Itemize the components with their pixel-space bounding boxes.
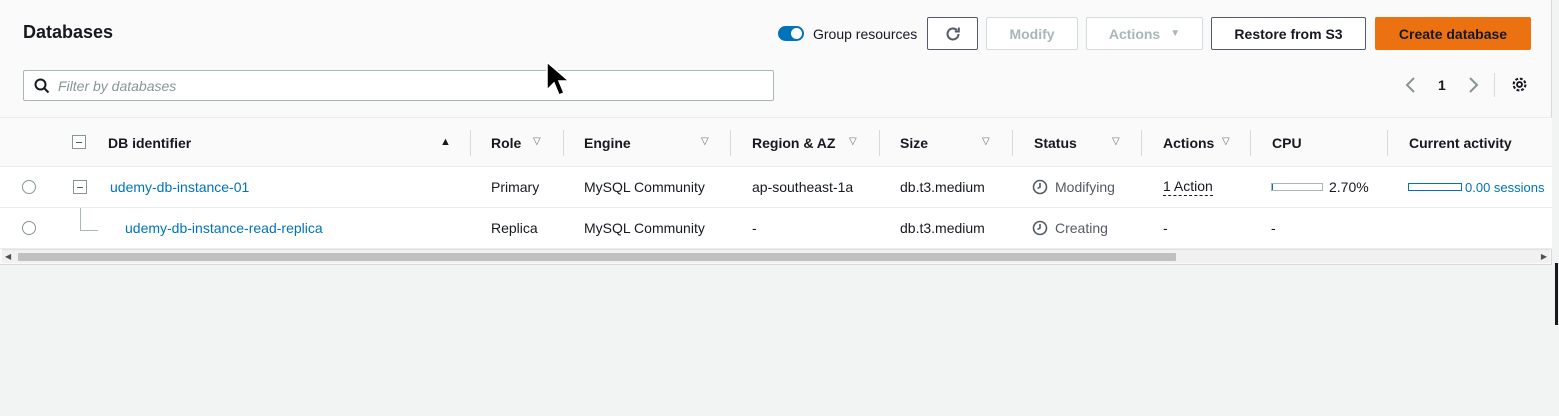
sort-icon[interactable]: ▽ bbox=[982, 136, 990, 147]
status-text: Modifying bbox=[1055, 179, 1115, 195]
databases-table: DB identifier ▲ Role ▽ Engine ▽ Region &… bbox=[0, 117, 1552, 249]
actions-cell: 1 Action bbox=[1163, 167, 1213, 207]
sort-icon[interactable]: ▽ bbox=[1112, 136, 1120, 147]
search-input[interactable] bbox=[58, 77, 758, 94]
restore-from-s3-button[interactable]: Restore from S3 bbox=[1211, 17, 1366, 50]
role-cell: Primary bbox=[491, 179, 540, 195]
modify-button[interactable]: Modify bbox=[986, 17, 1078, 50]
page-title: Databases bbox=[23, 22, 114, 42]
activity-bar bbox=[1408, 183, 1462, 191]
engine-cell: MySQL Community bbox=[584, 220, 705, 236]
col-region-az[interactable]: Region & AZ bbox=[752, 118, 835, 167]
column-divider bbox=[1387, 130, 1388, 156]
size-cell: db.t3.medium bbox=[900, 179, 985, 195]
col-size[interactable]: Size bbox=[900, 118, 928, 167]
collapse-all-icon[interactable] bbox=[72, 135, 86, 149]
db-identifier-link[interactable]: udemy-db-instance-read-replica bbox=[125, 208, 323, 248]
col-engine[interactable]: Engine bbox=[584, 118, 631, 167]
col-current-activity[interactable]: Current activity bbox=[1409, 118, 1512, 167]
activity-cell: 0.00 sessions bbox=[1408, 167, 1545, 207]
cpu-cell: - bbox=[1271, 220, 1276, 236]
table-row[interactable]: udemy-db-instance-read-replica Replica M… bbox=[0, 208, 1552, 249]
chevron-right-icon[interactable] bbox=[1466, 76, 1480, 94]
role-cell: Replica bbox=[491, 220, 538, 236]
actions-label: Actions bbox=[1108, 25, 1161, 42]
sort-icon[interactable]: ▽ bbox=[533, 136, 541, 147]
db-identifier-link[interactable]: udemy-db-instance-01 bbox=[110, 167, 249, 207]
cpu-bar-fill bbox=[1272, 184, 1274, 190]
cpu-value: 2.70% bbox=[1329, 179, 1369, 195]
column-divider bbox=[730, 130, 731, 156]
col-status[interactable]: Status bbox=[1034, 118, 1077, 167]
status-cell: Creating bbox=[1032, 208, 1108, 248]
clock-icon bbox=[1032, 179, 1048, 195]
col-cpu[interactable]: CPU bbox=[1272, 118, 1302, 167]
sort-icon[interactable]: ▽ bbox=[849, 136, 857, 147]
sort-icon[interactable]: ▽ bbox=[1222, 136, 1230, 147]
column-divider bbox=[1012, 130, 1013, 156]
row-radio[interactable] bbox=[22, 180, 36, 194]
status-text: Creating bbox=[1055, 220, 1108, 236]
cpu-bar bbox=[1271, 183, 1323, 191]
column-divider bbox=[1250, 130, 1251, 156]
scroll-left-icon[interactable]: ◀ bbox=[5, 250, 11, 264]
databases-panel: Databases Group resources Modify Actions… bbox=[0, 0, 1552, 265]
search-field[interactable] bbox=[23, 70, 774, 101]
table-header: DB identifier ▲ Role ▽ Engine ▽ Region &… bbox=[0, 117, 1552, 167]
search-icon bbox=[34, 78, 50, 93]
sort-icon[interactable]: ▽ bbox=[701, 136, 709, 147]
page-number[interactable]: 1 bbox=[1438, 77, 1446, 93]
col-role[interactable]: Role bbox=[491, 118, 521, 167]
region-cell: ap-southeast-1a bbox=[752, 179, 854, 195]
gear-icon[interactable] bbox=[1510, 75, 1529, 94]
group-resources-label: Group resources bbox=[813, 25, 918, 42]
engine-cell: MySQL Community bbox=[584, 179, 705, 195]
row-radio[interactable] bbox=[22, 221, 36, 235]
column-divider bbox=[470, 130, 471, 156]
actions-cell: - bbox=[1163, 220, 1168, 236]
toggle-switch[interactable] bbox=[778, 26, 804, 41]
caret-down-icon: ▼ bbox=[1170, 28, 1181, 39]
horizontal-scrollbar[interactable]: ◀ ▶ bbox=[2, 249, 1550, 263]
col-db-identifier[interactable]: DB identifier bbox=[108, 118, 191, 167]
scroll-right-icon[interactable]: ▶ bbox=[1541, 250, 1547, 264]
region-cell: - bbox=[752, 220, 757, 236]
create-database-button[interactable]: Create database bbox=[1375, 17, 1531, 50]
refresh-button[interactable] bbox=[927, 17, 978, 50]
mouse-cursor-icon bbox=[546, 60, 571, 96]
activity-link[interactable]: 0.00 sessions bbox=[1465, 180, 1545, 195]
column-divider bbox=[879, 130, 880, 156]
actions-dropdown[interactable]: Actions ▼ bbox=[1086, 17, 1203, 50]
clock-icon bbox=[1032, 220, 1048, 236]
table-row[interactable]: udemy-db-instance-01 Primary MySQL Commu… bbox=[0, 167, 1552, 208]
column-divider bbox=[563, 130, 564, 156]
window-edge bbox=[1555, 263, 1558, 325]
sort-ascending-icon[interactable]: ▲ bbox=[440, 136, 451, 148]
pagination: 1 bbox=[1404, 73, 1480, 97]
tree-connector bbox=[80, 208, 81, 230]
pager-divider bbox=[1494, 73, 1495, 97]
group-resources-toggle[interactable]: Group resources bbox=[778, 17, 917, 50]
status-cell: Modifying bbox=[1032, 167, 1115, 207]
column-divider bbox=[1141, 130, 1142, 156]
col-actions[interactable]: Actions bbox=[1163, 118, 1214, 167]
pending-actions-link[interactable]: 1 Action bbox=[1163, 178, 1213, 196]
size-cell: db.t3.medium bbox=[900, 220, 985, 236]
refresh-icon bbox=[946, 27, 960, 40]
chevron-left-icon[interactable] bbox=[1404, 76, 1418, 94]
collapse-group-icon[interactable] bbox=[73, 180, 87, 194]
scrollbar-thumb[interactable] bbox=[18, 253, 1176, 261]
tree-connector bbox=[80, 230, 98, 231]
cpu-cell: 2.70% bbox=[1271, 167, 1369, 207]
